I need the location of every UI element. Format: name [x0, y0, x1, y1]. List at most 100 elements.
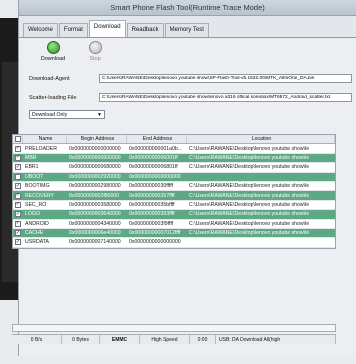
- status-speed: High Speed: [140, 335, 190, 344]
- row-checkbox[interactable]: ✓: [13, 201, 23, 208]
- row-end-address: 0x00000000006801ff: [129, 164, 178, 171]
- partition-table: Name Begin Address End Address Location …: [12, 134, 336, 249]
- tab-readback[interactable]: Readback: [126, 23, 164, 37]
- row-checkbox[interactable]: ✓: [13, 164, 23, 171]
- status-bar: 0 B/s 0 Bytes EMMC High Speed 0:00 USB: …: [12, 334, 336, 344]
- row-name: BOOTIMG: [25, 183, 50, 190]
- table-row[interactable]: ✓ RECOVERY 0x0000000002f80000 0x00000000035…: [13, 191, 335, 201]
- row-end-address: 0x0000000003f9ffff: [129, 220, 174, 227]
- row-location: C:\Users\RAWANE\Desktop\lenovo youtube s…: [189, 230, 310, 237]
- download-agent-row: Download-Agent: [19, 72, 356, 85]
- scatter-file-field[interactable]: [99, 93, 352, 102]
- row-end-address: 0x000000000357ffff: [129, 192, 175, 199]
- checkbox-checked-icon: ✓: [15, 192, 21, 199]
- table-row[interactable]: ✓ USRDATA 0x0000000007140000 0x000000000000…: [13, 238, 335, 248]
- table-row[interactable]: ✓ EBR1 0x0000000000680000 0x00000000006801f…: [13, 163, 335, 173]
- status-time: 0:00: [190, 335, 216, 344]
- checkbox-checked-icon: ✓: [15, 230, 21, 237]
- checkbox-checked-icon: ✓: [15, 201, 21, 208]
- chevron-down-icon: ▼: [97, 111, 102, 118]
- table-row[interactable]: ✓ CACHE 0x0000000006e40000 0x00000000007012…: [13, 228, 335, 239]
- row-end-address: 0x00000000035bffff: [129, 201, 175, 208]
- stop-button[interactable]: Stop: [81, 41, 109, 68]
- row-end-address: 0x0000000000000000: [129, 173, 181, 180]
- progress-bar: [12, 324, 336, 332]
- row-checkbox[interactable]: [13, 173, 23, 180]
- row-end-address: 0x00000000030fffff: [129, 183, 174, 190]
- checkbox-checked-icon: ✓: [15, 211, 21, 218]
- row-checkbox[interactable]: ✓: [13, 183, 23, 190]
- table-body: ✓ PRELOADER 0x0000000000000000 0x0000000000…: [13, 144, 335, 248]
- checkbox-checked-icon: ✓: [15, 239, 21, 246]
- row-location: C:\Users\RAWANE\Desktop\lenovo youtube s…: [189, 192, 310, 199]
- mode-row: Download Only ▼: [19, 104, 356, 124]
- tab-bar: Welcome Format Download Readback Memory …: [19, 16, 356, 38]
- header-check[interactable]: [13, 135, 23, 144]
- row-end-address: 0x00000000007012ffff: [129, 230, 181, 237]
- checkbox-checked-icon: ✓: [15, 183, 21, 190]
- download-button[interactable]: Download: [39, 41, 67, 68]
- tab-welcome[interactable]: Welcome: [23, 23, 58, 37]
- download-agent-label: Download-Agent: [29, 75, 70, 82]
- checkbox-icon: [14, 136, 21, 143]
- row-location: C:\Users\RAWANE\Desktop\lenovo youtube s…: [189, 164, 310, 171]
- window-title: Smart Phone Flash Tool(Runtime Trace Mod…: [110, 3, 265, 12]
- table-header: Name Begin Address End Address Location: [13, 135, 335, 145]
- row-checkbox[interactable]: ✓: [13, 230, 23, 237]
- row-name: EBR1: [25, 164, 39, 171]
- row-name: PRELOADER: [25, 145, 57, 152]
- row-end-address: 0x000000000001a0b...: [129, 145, 183, 152]
- row-name: USRDATA: [25, 239, 50, 246]
- table-row[interactable]: ✓ ANDROID 0x0000000004340000 0x0000000003f9…: [13, 219, 335, 229]
- row-checkbox[interactable]: ✓: [13, 154, 23, 161]
- row-begin-address: 0x0000000007140000: [69, 239, 121, 246]
- stop-icon: [88, 41, 102, 54]
- table-row[interactable]: ✓ LOGO 0x0000000003640000 0x000000000393fff…: [13, 210, 335, 220]
- row-checkbox[interactable]: ✓: [13, 145, 23, 152]
- download-agent-field[interactable]: [99, 74, 352, 83]
- row-checkbox[interactable]: ✓: [13, 211, 23, 218]
- row-name: MBR: [25, 154, 37, 161]
- header-location[interactable]: Location: [187, 135, 335, 144]
- table-row[interactable]: ✓ BOOTIMG 0x0000000002980000 0x00000000030f…: [13, 181, 335, 192]
- scatter-file-row: Scatter-loading File: [19, 91, 356, 104]
- row-checkbox[interactable]: ✓: [13, 220, 23, 227]
- table-row[interactable]: ✓ MBR 0x0000000000600000 0x00000000006001ff…: [13, 153, 335, 164]
- status-bytes: 0 Bytes: [62, 335, 100, 344]
- row-begin-address: 0x0000000000680000: [69, 164, 121, 171]
- header-begin[interactable]: Begin Address: [67, 135, 127, 144]
- row-location: C:\Users\RAWANE\Desktop\lenovo youtube s…: [189, 211, 310, 218]
- download-mode-select[interactable]: Download Only ▼: [29, 110, 105, 119]
- download-icon: [46, 41, 60, 54]
- row-end-address: 0x000000000393ffff: [129, 211, 175, 218]
- tab-format[interactable]: Format: [58, 23, 88, 37]
- checkbox-icon: [15, 173, 21, 180]
- header-end[interactable]: End Address: [127, 135, 187, 144]
- checkbox-checked-icon: ✓: [15, 145, 21, 152]
- row-end-address: 0x0000000000000000: [129, 239, 181, 246]
- row-name: RECOVERY: [25, 192, 55, 199]
- row-begin-address: 0x0000000002980000: [69, 183, 121, 190]
- row-location: C:\Users\RAWANE\Desktop\lenovo youtube s…: [189, 145, 310, 152]
- row-location: C:\Users\RAWANE\Desktop\lenovo youtube s…: [189, 220, 310, 227]
- toolbar: Download Stop: [19, 38, 356, 68]
- tab-memory-test[interactable]: Memory Test: [164, 23, 209, 37]
- row-begin-address: 0x0000000002920000: [69, 173, 121, 180]
- row-location: C:\Users\RAWANE\Desktop\lenovo youtube s…: [189, 183, 310, 190]
- row-checkbox[interactable]: ✓: [13, 239, 23, 246]
- row-begin-address: 0x0000000000000000: [69, 145, 121, 152]
- table-row[interactable]: UBOOT 0x0000000002920000 0x000000000000000…: [13, 172, 335, 182]
- row-begin-address: 0x0000000003580000: [69, 201, 121, 208]
- row-name: SEC_RO: [25, 201, 47, 208]
- header-name[interactable]: Name: [23, 135, 67, 144]
- row-name: CACHE: [25, 230, 44, 237]
- row-checkbox[interactable]: ✓: [13, 192, 23, 199]
- row-begin-address: 0x0000000000600000: [69, 154, 121, 161]
- tab-download[interactable]: Download: [88, 20, 126, 37]
- row-begin-address: 0x0000000002f80000: [69, 192, 120, 199]
- checkbox-checked-icon: ✓: [15, 220, 21, 227]
- table-row[interactable]: ✓ PRELOADER 0x0000000000000000 0x0000000000…: [13, 144, 335, 154]
- stop-label: Stop: [89, 56, 101, 62]
- table-row[interactable]: ✓ SEC_RO 0x0000000003580000 0x00000000035bf…: [13, 200, 335, 211]
- title-bar: Smart Phone Flash Tool(Runtime Trace Mod…: [19, 0, 356, 16]
